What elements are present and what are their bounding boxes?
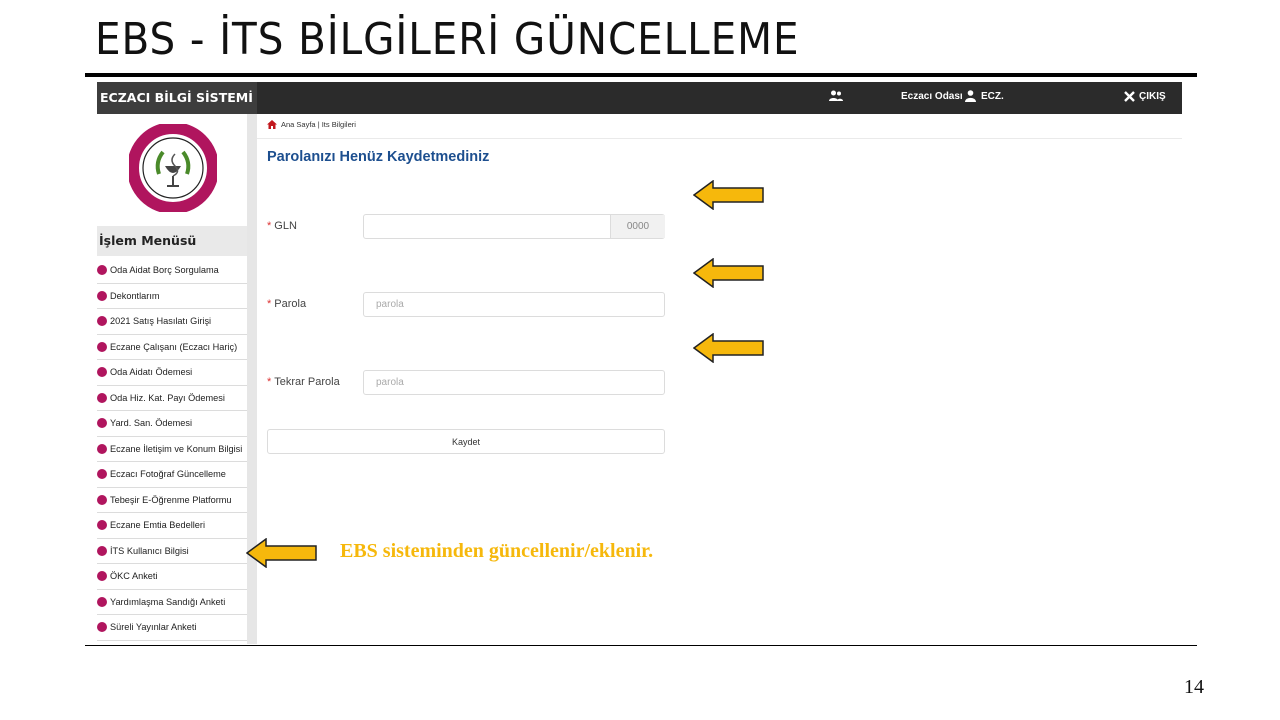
menu-title: İşlem Menüsü [97,226,249,256]
menu-item[interactable]: ÖKC Anketi [97,564,249,590]
menu-item-label: Eczacı Fotoğraf Güncelleme [110,469,226,480]
brand-title: ECZACI BİLGİ SİSTEMİ [97,82,257,114]
menu-item[interactable]: Oda Aidat Borç Sorgulama [97,258,249,284]
close-icon[interactable] [1124,91,1135,105]
password-label-text: Parola [274,298,307,310]
bullet-icon [97,494,107,505]
menu-item[interactable]: Yard. San. Ödemesi [97,411,249,437]
password-repeat-label: * Tekrar Parola [267,376,340,388]
menu-item-label: ÖKC Anketi [110,571,158,582]
menu-item[interactable]: Eczane Emtia Bedelleri [97,513,249,539]
logo-area [97,114,249,226]
menu-item-label: Oda Hiz. Kat. Payı Ödemesi [110,392,225,403]
menu-item-its[interactable]: İTS Kullanıcı Bilgisi [97,539,249,564]
breadcrumb-text[interactable]: Ana Sayfa | Its Bilgileri [281,120,356,129]
bullet-icon [97,265,107,276]
menu-item[interactable]: Yardımlaşma Sandığı Anketi [97,590,249,615]
annotation-text: EBS sisteminden güncellenir/eklenir. [340,540,654,562]
menu-item[interactable]: Eczacı Fotoğraf Güncelleme [97,462,249,488]
menu-item-label: Yard. San. Ödemesi [110,418,193,429]
required-mark: * [267,220,272,232]
bullet-icon [97,622,107,633]
bullet-icon [97,443,107,454]
arrow-left-icon [693,180,764,210]
arrow-left-icon [246,538,317,568]
users-icon[interactable] [829,90,843,105]
menu-item-label: Dekontlarım [110,290,160,301]
bullet-icon [97,571,107,582]
menu-item[interactable]: Tebeşir E-Öğrenme Platformu [97,488,249,513]
password-repeat-input[interactable]: parola [363,370,665,395]
title-divider [85,73,1197,77]
menu-item-label: Oda Aidat Borç Sorgulama [110,265,219,276]
menu-item[interactable]: Oda Aidatı Ödemesi [97,360,249,386]
page-number: 14 [1184,676,1204,698]
gln-label-text: GLN [274,220,297,232]
menu-item[interactable]: Eczane İletişim ve Konum Bilgisi [97,437,249,462]
password-repeat-label-text: Tekrar Parola [274,376,340,388]
bullet-icon [97,367,107,378]
menu-item-label: Tebeşir E-Öğrenme Platformu [110,494,232,505]
save-button[interactable]: Kaydet [267,429,665,454]
breadcrumb: Ana Sayfa | Its Bilgileri [267,120,356,129]
bullet-icon [97,392,107,403]
menu-item-label: 2021 Satış Hasılatı Girişi [110,316,212,327]
bullet-icon [97,418,107,429]
home-icon[interactable] [267,120,277,129]
bottom-divider [85,645,1197,646]
user-role: Eczacı Odası [901,91,963,102]
top-bar: ECZACI BİLGİ SİSTEMİ Eczacı Odası ECZ. Ç… [97,82,1182,114]
logout-button[interactable]: ÇIKIŞ [1139,91,1166,102]
bullet-icon [97,596,107,607]
menu-item-label: Eczane Emtia Bedelleri [110,520,205,531]
bullet-icon [97,341,107,352]
bullet-icon [97,469,107,480]
slide-title: EBS - İTS BİLGİLERİ GÜNCELLEME [95,14,800,65]
password-input[interactable]: parola [363,292,665,317]
menu-item[interactable]: Oda Hiz. Kat. Payı Ödemesi [97,386,249,411]
required-mark: * [267,298,272,310]
menu-item-label: Süreli Yayınlar Anketi [110,622,197,633]
sidebar: İşlem Menüsü Oda Aidat Borç Sorgulama De… [97,114,257,644]
bullet-icon [97,520,107,531]
bullet-icon [97,316,107,327]
gln-label: * GLN [267,220,297,232]
menu-item-label: Eczane Çalışanı (Eczacı Hariç) [110,341,238,352]
form-title: Parolanızı Henüz Kaydetmediniz [267,149,490,165]
arrow-left-icon [693,333,764,363]
arrow-left-icon [693,258,764,288]
user-name[interactable]: ECZ. [981,91,1004,102]
menu-item-label: Eczane İletişim ve Konum Bilgisi [110,443,243,454]
menu-item-label: Yardımlaşma Sandığı Anketi [110,596,226,607]
breadcrumb-divider [257,138,1182,139]
menu-item[interactable]: Eczane Çalışanı (Eczacı Hariç) [97,335,249,360]
gln-addon-wrap: 0000 [610,214,665,239]
user-icon [965,90,976,105]
menu-item[interactable]: Dekontlarım [97,284,249,309]
association-logo [129,124,217,212]
menu-item[interactable]: 2021 Satış Hasılatı Girişi [97,309,249,335]
menu-item-label: Oda Aidatı Ödemesi [110,367,193,378]
menu-list: Oda Aidat Borç Sorgulama Dekontlarım 202… [97,258,249,641]
password-label: * Parola [267,298,306,310]
bullet-icon [97,545,107,556]
required-mark: * [267,376,272,388]
menu-item-label: İTS Kullanıcı Bilgisi [110,545,189,556]
gln-addon: 0000 [610,215,665,238]
bullet-icon [97,290,107,301]
menu-item[interactable]: Süreli Yayınlar Anketi [97,615,249,641]
